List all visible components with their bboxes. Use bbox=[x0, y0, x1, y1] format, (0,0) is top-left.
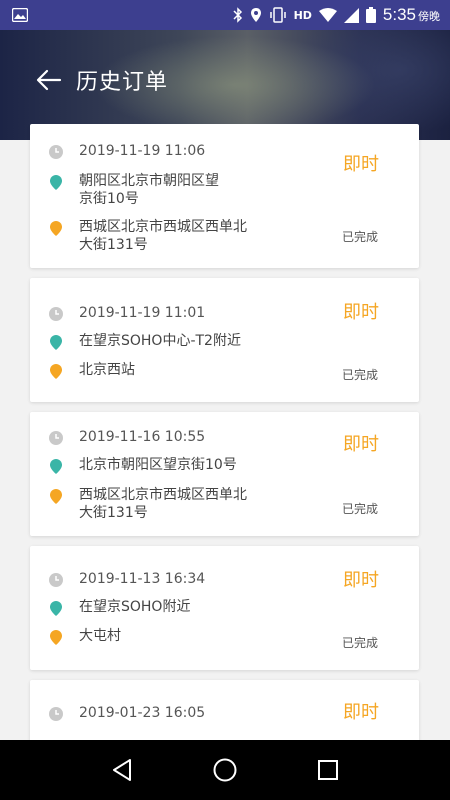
back-button[interactable] bbox=[34, 66, 64, 94]
dropoff-pin-icon bbox=[50, 630, 62, 645]
order-type: 即时 bbox=[343, 434, 379, 455]
location-icon bbox=[250, 8, 261, 22]
order-type: 即时 bbox=[343, 154, 379, 175]
order-time: 2019-11-13 16:34 bbox=[79, 571, 206, 587]
dropoff-row: 大屯村 bbox=[48, 627, 121, 645]
dropoff-pin-icon bbox=[50, 489, 62, 504]
pickup-pin-icon bbox=[50, 175, 62, 190]
back-arrow-icon bbox=[36, 69, 62, 91]
signal-icon bbox=[343, 7, 359, 23]
dropoff-pin-icon bbox=[50, 364, 62, 379]
wifi-icon bbox=[318, 8, 337, 22]
image-icon bbox=[12, 8, 28, 22]
home-circle-icon bbox=[213, 758, 237, 782]
order-status: 已完成 bbox=[341, 230, 378, 244]
dropoff-address: 大屯村 bbox=[79, 628, 121, 644]
pickup-address: 朝阳区北京市朝阳区望 京街10号 bbox=[79, 173, 219, 207]
order-time-row: 2019-11-13 16:34 bbox=[48, 570, 205, 588]
clock-icon bbox=[49, 573, 63, 587]
order-card[interactable]: 2019-01-23 16:05 即时 bbox=[30, 680, 419, 740]
order-list[interactable]: 2019-11-19 11:06 即时 朝阳区北京市朝阳区望 京街10号 西城区北… bbox=[0, 124, 450, 740]
order-time: 2019-11-19 11:06 bbox=[79, 143, 206, 159]
dropoff-row: 西城区北京市西城区西单北 大街131号 bbox=[48, 486, 247, 522]
page-title: 历史订单 bbox=[76, 70, 169, 95]
pickup-row: 北京市朝阳区望京街10号 bbox=[48, 456, 237, 474]
dropoff-row: 北京西站 bbox=[48, 361, 135, 379]
pickup-row: 在望京SOHO附近 bbox=[48, 598, 190, 616]
clock-icon bbox=[49, 145, 63, 159]
order-type: 即时 bbox=[343, 570, 379, 591]
pickup-pin-icon bbox=[50, 459, 62, 474]
order-time: 2019-01-23 16:05 bbox=[79, 705, 206, 721]
order-status: 已完成 bbox=[341, 502, 378, 516]
pickup-address: 在望京SOHO附近 bbox=[79, 599, 191, 615]
order-time: 2019-11-16 10:55 bbox=[79, 429, 206, 445]
order-time-row: 2019-01-23 16:05 bbox=[48, 704, 205, 722]
battery-icon bbox=[365, 7, 376, 23]
nav-back-button[interactable] bbox=[102, 750, 142, 790]
dropoff-pin-icon bbox=[50, 221, 62, 236]
order-card[interactable]: 2019-11-19 11:01 即时 在望京SOHO中心-T2附近 北京西站 … bbox=[30, 278, 419, 402]
dropoff-row: 西城区北京市西城区西单北 大街131号 bbox=[48, 218, 247, 254]
clock-period: 傍晚 bbox=[418, 10, 440, 23]
clock-icon bbox=[49, 707, 63, 721]
back-triangle-icon bbox=[112, 759, 131, 781]
order-time-row: 2019-11-19 11:01 bbox=[48, 304, 205, 322]
clock-time: 5:35 bbox=[382, 5, 416, 24]
order-time-row: 2019-11-16 10:55 bbox=[48, 428, 205, 446]
nav-home-button[interactable] bbox=[205, 750, 245, 790]
order-card[interactable]: 2019-11-13 16:34 即时 在望京SOHO附近 大屯村 已完成 bbox=[30, 546, 419, 670]
pickup-row: 朝阳区北京市朝阳区望 京街10号 bbox=[48, 172, 219, 208]
pickup-pin-icon bbox=[50, 335, 62, 350]
clock-icon bbox=[49, 307, 63, 321]
order-card[interactable]: 2019-11-19 11:06 即时 朝阳区北京市朝阳区望 京街10号 西城区北… bbox=[30, 124, 419, 268]
pickup-row: 在望京SOHO中心-T2附近 bbox=[48, 332, 241, 350]
dropoff-address: 西城区北京市西城区西单北 大街131号 bbox=[79, 487, 247, 521]
order-time-row: 2019-11-19 11:06 bbox=[48, 142, 205, 160]
bluetooth-icon bbox=[233, 7, 242, 23]
order-card[interactable]: 2019-11-16 10:55 即时 北京市朝阳区望京街10号 西城区北京市西… bbox=[30, 412, 419, 536]
order-type: 即时 bbox=[343, 302, 379, 323]
order-status: 已完成 bbox=[341, 368, 378, 382]
pickup-pin-icon bbox=[50, 601, 62, 616]
dropoff-address: 北京西站 bbox=[79, 362, 135, 378]
order-type: 即时 bbox=[343, 702, 379, 723]
status-bar: HD 5:35 傍晚 bbox=[0, 0, 450, 30]
pickup-address: 北京市朝阳区望京街10号 bbox=[79, 457, 237, 473]
vibrate-icon bbox=[269, 7, 286, 23]
navigation-bar bbox=[0, 740, 450, 800]
network-label: HD bbox=[293, 8, 312, 22]
order-time: 2019-11-19 11:01 bbox=[79, 305, 206, 321]
pickup-address: 在望京SOHO中心-T2附近 bbox=[79, 333, 241, 349]
nav-recents-button[interactable] bbox=[308, 750, 348, 790]
order-status: 已完成 bbox=[341, 636, 378, 650]
recents-square-icon bbox=[318, 760, 339, 780]
dropoff-address: 西城区北京市西城区西单北 大街131号 bbox=[79, 219, 247, 253]
clock-icon bbox=[49, 431, 63, 445]
